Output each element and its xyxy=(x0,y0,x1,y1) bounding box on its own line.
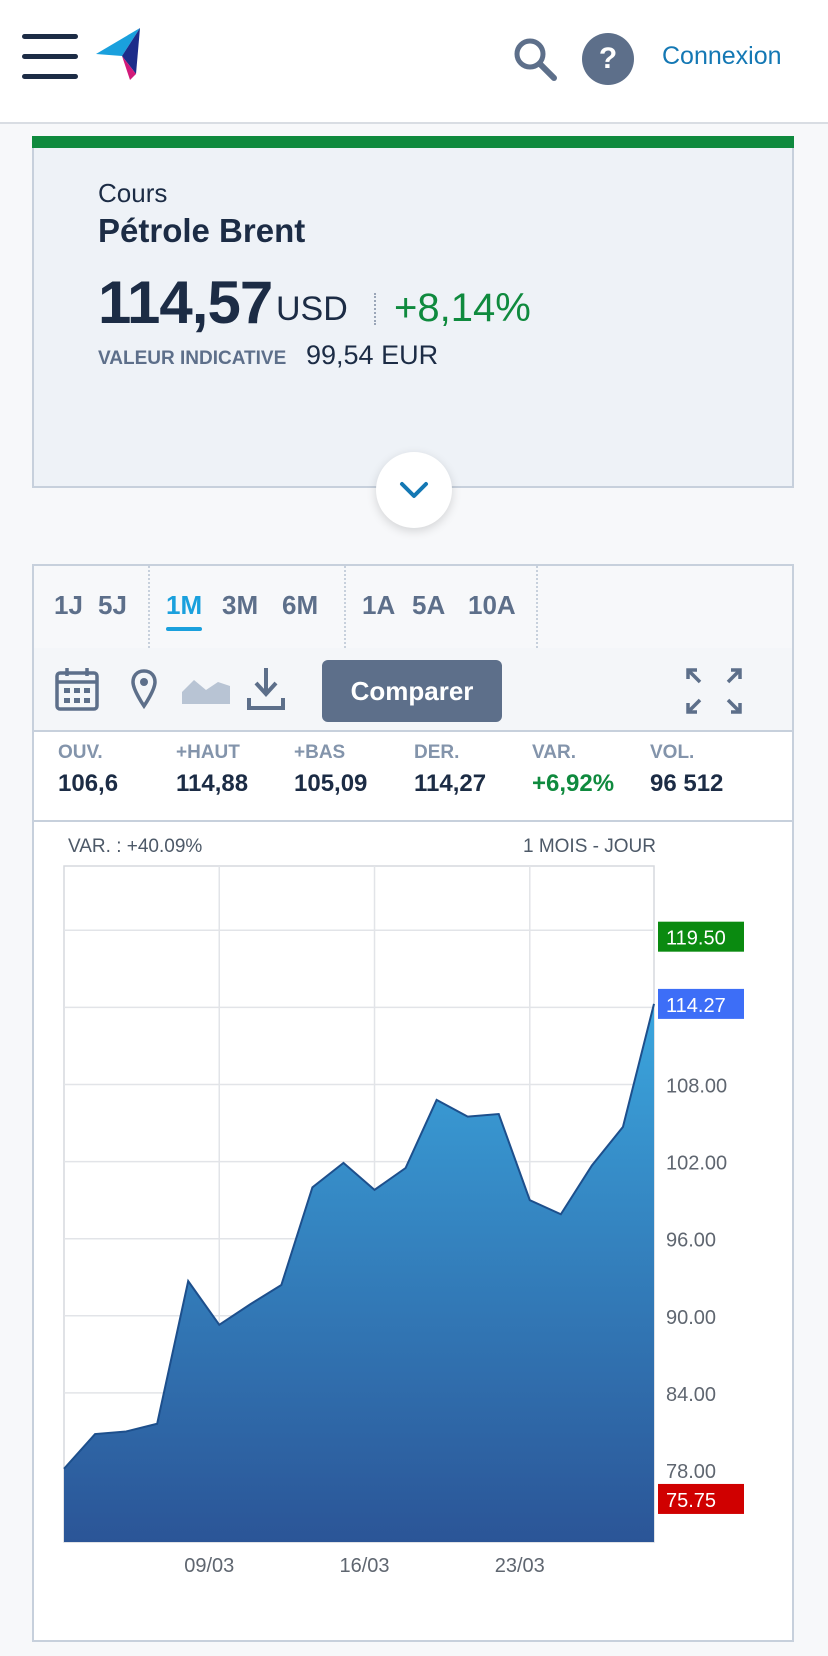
x-tick-label: 23/03 xyxy=(495,1555,545,1577)
chart-card: 1J 5J 1M 3M 6M 1A 5A 10A Comparer OUV. 1… xyxy=(32,564,794,1642)
quote-accent-bar xyxy=(32,136,794,148)
quote-separator xyxy=(374,293,376,325)
tab-5a[interactable]: 5A xyxy=(412,590,445,621)
area-chart-icon[interactable] xyxy=(180,670,232,706)
chart-variation-label: VAR. : +40.09% xyxy=(68,836,202,857)
chevron-down-icon xyxy=(400,482,428,498)
expand-button[interactable] xyxy=(376,452,452,528)
login-link[interactable]: Connexion xyxy=(662,42,782,71)
tab-1a[interactable]: 1A xyxy=(362,590,395,621)
stat-label: VOL. xyxy=(650,742,695,763)
stats-row: OUV. 106,6 +HAUT 114,88 +BAS 105,09 DER.… xyxy=(34,730,792,822)
quote-currency: USD xyxy=(276,290,348,328)
stat-value: +6,92% xyxy=(532,770,615,797)
stat-value: 96 512 xyxy=(650,770,724,797)
stat-label: OUV. xyxy=(58,742,103,763)
x-tick-label: 16/03 xyxy=(339,1555,389,1577)
stat-label: +BAS xyxy=(294,742,346,763)
quote-change: +8,14% xyxy=(394,286,531,330)
value-marker-label: 114.27 xyxy=(666,995,726,1017)
stat-volume: VOL. 96 512 xyxy=(650,742,723,798)
location-pin-icon[interactable] xyxy=(130,668,158,710)
stat-value: 106,6 xyxy=(58,770,119,797)
stat-label: DER. xyxy=(414,742,460,763)
tab-divider xyxy=(148,566,150,648)
value-marker-label: 75.75 xyxy=(666,1490,716,1512)
indicative-value: 99,54 EUR xyxy=(306,340,439,370)
chart-period-label: 1 MOIS - JOUR xyxy=(523,836,656,857)
tab-10a[interactable]: 10A xyxy=(468,590,516,621)
stat-last: DER. 114,27 xyxy=(414,742,486,798)
quote-type-label: Cours xyxy=(98,178,168,208)
top-bar: ? Connexion xyxy=(0,0,828,124)
tab-divider xyxy=(536,566,538,648)
period-tabs: 1J 5J 1M 3M 6M 1A 5A 10A xyxy=(34,566,792,650)
stat-variation: VAR. +6,92% xyxy=(532,742,614,798)
value-marker-label: 119.50 xyxy=(666,928,726,950)
stat-low: +BAS 105,09 xyxy=(294,742,367,798)
quote-price: 114,57 xyxy=(98,269,273,336)
price-chart[interactable]: VAR. : +40.09% 1 MOIS - JOUR 78.00 84.00 90.… xyxy=(34,822,792,1640)
tab-3m[interactable]: 3M xyxy=(222,590,258,621)
stat-label: VAR. xyxy=(532,742,576,763)
tab-divider xyxy=(344,566,346,648)
download-icon[interactable] xyxy=(246,666,286,712)
logo-icon[interactable] xyxy=(96,28,146,83)
y-tick-label: 108.00 xyxy=(666,1075,727,1097)
search-icon[interactable] xyxy=(512,36,558,82)
stat-label: +HAUT xyxy=(176,742,240,763)
menu-icon[interactable] xyxy=(22,34,78,80)
stat-open: OUV. 106,6 xyxy=(58,742,118,798)
truncated-text xyxy=(98,414,398,420)
fullscreen-icon[interactable] xyxy=(684,666,744,716)
quote-card: Cours Pétrole Brent 114,57 USD +8,14% VA… xyxy=(32,136,794,488)
stat-value: 114,88 xyxy=(176,770,249,797)
stat-value: 114,27 xyxy=(414,770,487,797)
y-tick-label: 78.00 xyxy=(666,1461,716,1483)
stat-high: +HAUT 114,88 xyxy=(176,742,248,798)
y-tick-label: 102.00 xyxy=(666,1153,727,1175)
x-tick-label: 09/03 xyxy=(184,1555,234,1577)
indicative-value-label: VALEUR INDICATIVE xyxy=(98,348,287,369)
tab-1j[interactable]: 1J xyxy=(54,590,83,621)
stat-value: 105,09 xyxy=(294,770,368,797)
y-tick-label: 96.00 xyxy=(666,1230,716,1252)
quote-name: Pétrole Brent xyxy=(98,212,306,249)
tab-5j[interactable]: 5J xyxy=(98,590,127,621)
calendar-icon[interactable] xyxy=(54,666,100,712)
tab-1m[interactable]: 1M xyxy=(166,590,203,631)
compare-button[interactable]: Comparer xyxy=(322,660,502,722)
tab-6m[interactable]: 6M xyxy=(282,590,318,621)
y-tick-label: 84.00 xyxy=(666,1384,716,1406)
y-tick-label: 90.00 xyxy=(666,1307,716,1329)
chart-toolbar: Comparer xyxy=(34,648,792,732)
help-icon[interactable]: ? xyxy=(582,33,634,85)
